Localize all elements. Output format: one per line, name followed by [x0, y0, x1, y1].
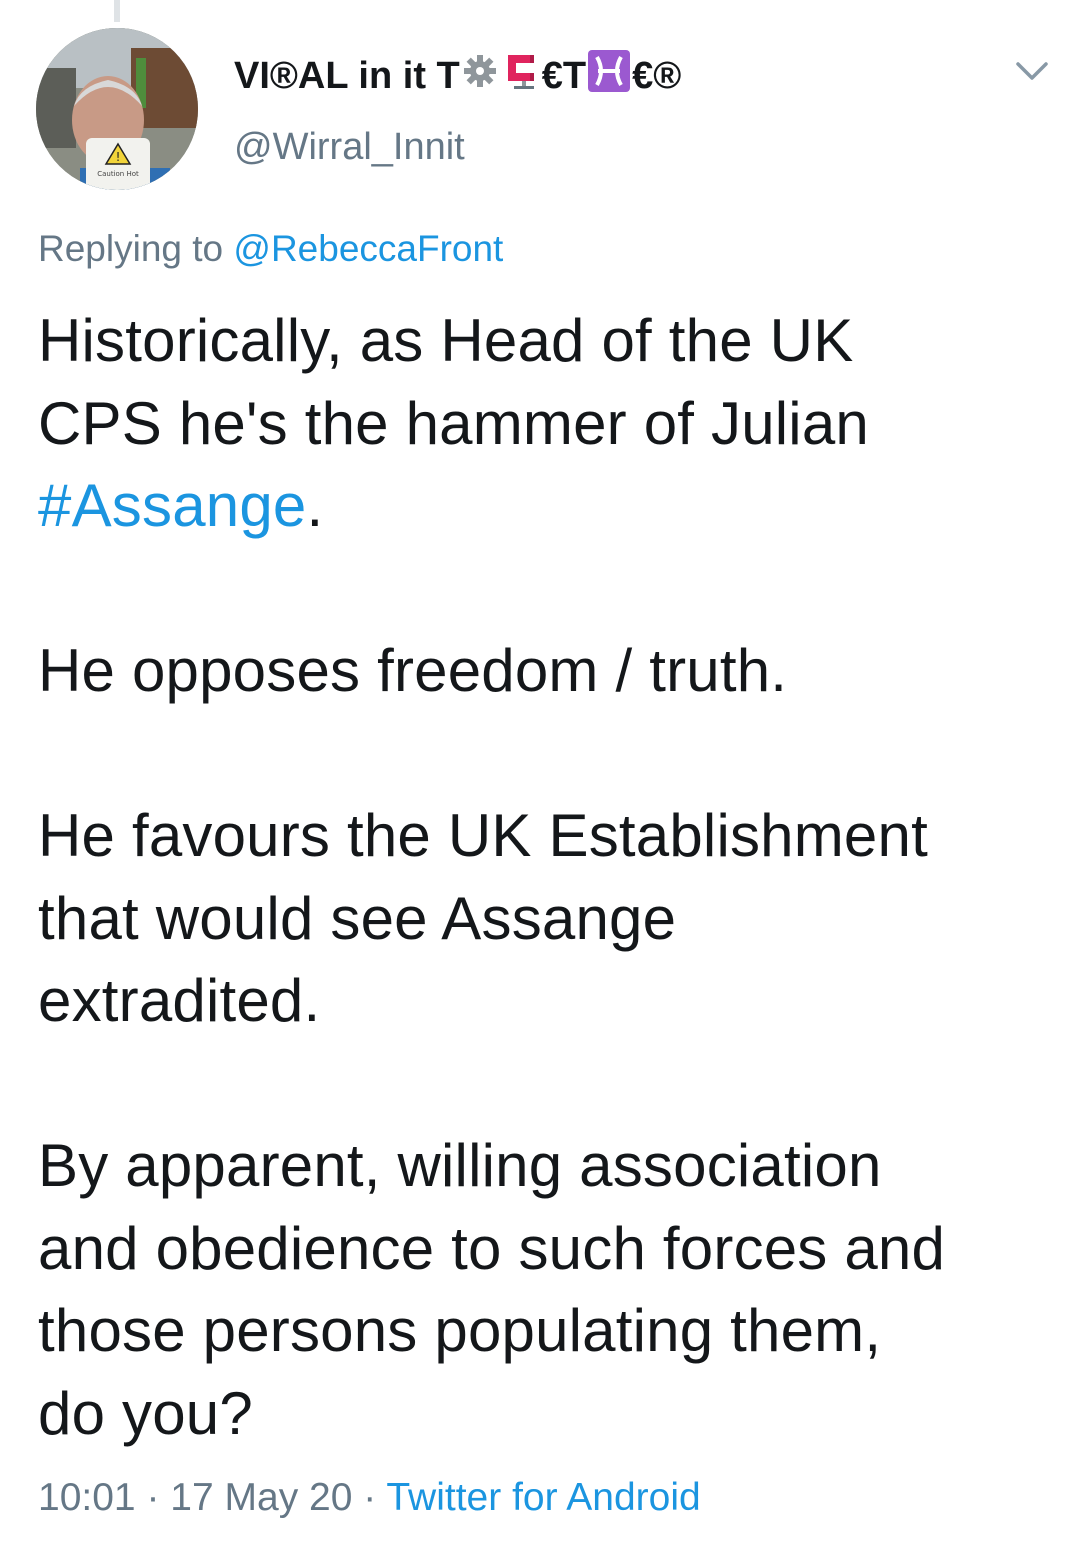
display-name-suffix: €®	[632, 54, 682, 97]
reply-mention-link[interactable]: @RebeccaFront	[233, 228, 503, 269]
chevron-down-icon[interactable]	[1012, 55, 1052, 87]
tweet-paragraph: He favours the UK Establishment that wou…	[38, 802, 928, 1034]
replying-to-label: Replying to	[38, 228, 224, 269]
tweet-metadata: 10:01 · 17 May 20 · Twitter for Android	[38, 1476, 701, 1520]
hashtag-link[interactable]: #Assange	[38, 472, 306, 539]
pisces-icon	[588, 50, 631, 102]
thread-connector-line	[114, 0, 120, 22]
replying-to: Replying to @RebeccaFront	[38, 228, 503, 270]
display-name-mid: €T	[541, 54, 587, 97]
avatar[interactable]: ! Caution Hot	[36, 28, 198, 190]
svg-text:!: !	[116, 150, 121, 164]
tweet-text-line: Historically, as Head of the UK	[38, 307, 854, 374]
tweet-text-punctuation: .	[306, 472, 324, 539]
tweet-date: 17 May 20	[170, 1476, 353, 1519]
gear-icon	[462, 53, 498, 99]
tweet-text: Historically, as Head of the UK CPS he's…	[38, 300, 1048, 1455]
mug-text: Caution Hot	[97, 170, 139, 178]
display-name-prefix: VI®AL in it T	[234, 54, 460, 97]
tweet-text-line: CPS he's the hammer of Julian	[38, 389, 869, 457]
meta-separator: ·	[363, 1476, 377, 1519]
tweet-detail: ! Caution Hot VI®AL in it T €T €® @Wirra…	[0, 0, 1080, 1564]
meta-separator: ·	[146, 1476, 160, 1519]
display-name[interactable]: VI®AL in it T €T €®	[234, 50, 681, 102]
c-clamp-icon	[502, 51, 540, 101]
tweet-source-link[interactable]: Twitter for Android	[386, 1476, 700, 1519]
tweet-paragraph: By apparent, willing association and obe…	[38, 1132, 946, 1447]
user-handle[interactable]: @Wirral_Innit	[234, 126, 465, 169]
tweet-time: 10:01	[38, 1476, 136, 1519]
tweet-paragraph: He opposes freedom / truth.	[38, 637, 788, 704]
